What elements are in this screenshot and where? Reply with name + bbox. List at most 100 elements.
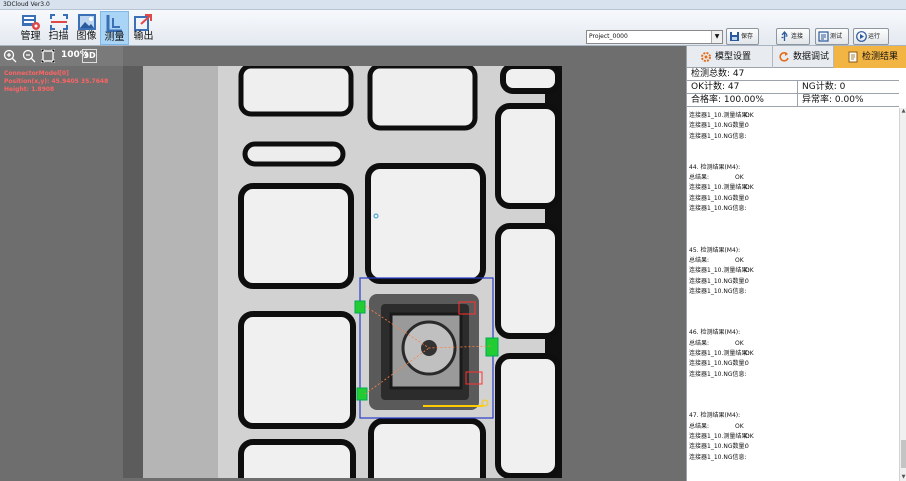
zoom-out-icon[interactable] bbox=[22, 49, 36, 63]
log-key: 44. 检测结果(M4): bbox=[689, 163, 741, 171]
log-value: OK bbox=[735, 256, 744, 264]
test-button[interactable]: 测试 bbox=[815, 28, 849, 45]
project-select[interactable]: Project_0000 ▼ bbox=[586, 30, 723, 44]
tool-manage-button[interactable]: 管理 bbox=[16, 11, 45, 45]
log-key: 连接器1_10.测量结果: bbox=[689, 184, 750, 192]
log-key: 连接器1_10.NG信息: bbox=[689, 370, 747, 378]
tool-measure-button[interactable]: 测量 bbox=[100, 11, 129, 45]
test-button-label: 测试 bbox=[830, 33, 843, 40]
overlay-height: Height: 1.8908 bbox=[4, 86, 55, 93]
panel-tabs: 模型设置 数据调试 检测结果 bbox=[687, 46, 906, 68]
log-line: 连接器1_10.NG信息: bbox=[689, 288, 747, 296]
log-value: 0 bbox=[745, 443, 749, 451]
depth-image[interactable] bbox=[123, 66, 562, 478]
stat-pass-rate: 合格率: 100.00% bbox=[687, 94, 764, 107]
result-log[interactable]: 连接器1_10.测量结果: OK 连接器1_10.NG数量: 0 连接器1_10.NG信… bbox=[687, 108, 899, 481]
stat-total-label: 检测总数: bbox=[691, 69, 731, 79]
scroll-thumb[interactable] bbox=[901, 440, 906, 468]
image-canvas[interactable] bbox=[123, 66, 562, 478]
fit-view-icon[interactable] bbox=[41, 49, 55, 63]
stat-abnormal-value: 0.00% bbox=[834, 95, 864, 105]
overlay-position: Position(x,y): 45.9405 35.7648 bbox=[4, 78, 109, 85]
connect-button[interactable]: 连接 bbox=[776, 28, 810, 45]
log-line: 46. 检测结果(M4): bbox=[689, 329, 740, 337]
document-icon bbox=[848, 51, 858, 63]
log-line: 连接器1_10.NG信息: bbox=[689, 371, 747, 379]
tab-data-debug[interactable]: 数据调试 bbox=[773, 46, 834, 68]
left-info-pane: ConnectorModel[0] Position(x,y): 45.9405… bbox=[0, 66, 123, 481]
log-line: 连接器1_10.测量结果: OK bbox=[689, 267, 754, 275]
log-value: OK bbox=[745, 184, 754, 192]
log-line: 总结果: OK bbox=[689, 423, 744, 431]
log-line: 45. 检测结果(M4): bbox=[689, 247, 740, 255]
log-value: OK bbox=[745, 432, 754, 440]
log-key: 连接器1_10.NG信息: bbox=[689, 205, 747, 213]
log-key: 连接器1_10.NG信息: bbox=[689, 132, 747, 140]
measure-icon bbox=[106, 15, 122, 32]
roi-marker-1[interactable] bbox=[354, 300, 366, 314]
surface-left bbox=[143, 66, 218, 478]
canvas-edge-left bbox=[123, 66, 143, 478]
view-3d-button[interactable]: 3D bbox=[82, 49, 97, 63]
tool-image-label: 图像 bbox=[76, 31, 97, 42]
run-button[interactable]: 运行 bbox=[853, 28, 889, 45]
log-line: 连接器1_10.NG信息: bbox=[689, 454, 747, 462]
tool-image-button[interactable]: 图像 bbox=[72, 11, 101, 45]
key-pad bbox=[495, 103, 561, 209]
log-value: 0 bbox=[745, 122, 749, 130]
scroll-down-icon[interactable]: ▼ bbox=[900, 474, 906, 481]
log-line: 总结果: OK bbox=[689, 340, 744, 348]
log-value: OK bbox=[745, 267, 754, 275]
stats-table: 检测总数: 47 OK计数: 47 NG计数: 0 合格率: 100.00% 异… bbox=[687, 68, 899, 107]
tool-scan-button[interactable]: 扫描 bbox=[44, 11, 73, 45]
scroll-up-icon[interactable]: ▲ bbox=[900, 108, 906, 115]
log-line: 连接器1_10.测量结果: OK bbox=[689, 432, 754, 441]
stat-pass-label: 合格率: bbox=[691, 95, 722, 105]
log-key: 连接器1_10.NG数量: bbox=[689, 277, 747, 285]
tab-inspection-results[interactable]: 检测结果 bbox=[834, 46, 906, 68]
zoom-in-icon[interactable] bbox=[3, 49, 17, 63]
log-key: 连接器1_10.测量结果: bbox=[689, 112, 750, 119]
log-line: 连接器1_10.NG信息: bbox=[689, 205, 747, 213]
log-key: 总结果: bbox=[689, 174, 710, 182]
log-value: 0 bbox=[745, 277, 749, 285]
chevron-down-icon[interactable]: ▼ bbox=[711, 31, 722, 43]
connect-button-label: 连接 bbox=[791, 33, 804, 40]
log-value: 0 bbox=[745, 194, 749, 202]
log-line: 连接器1_10.测量结果: OK bbox=[689, 184, 754, 192]
stat-ok-value: 47 bbox=[727, 82, 740, 92]
stat-row-total: 检测总数: 47 bbox=[687, 68, 899, 81]
key-pad bbox=[368, 418, 486, 478]
tab-model-settings[interactable]: 模型设置 bbox=[687, 46, 773, 68]
save-button[interactable]: 保存 bbox=[726, 28, 759, 45]
title-bar: 3DCloud Ver3.0 bbox=[0, 0, 906, 10]
log-line: 连接器1_10.NG信息: bbox=[689, 133, 747, 141]
tab-model-settings-label: 模型设置 bbox=[715, 52, 752, 62]
manage-icon bbox=[21, 15, 40, 30]
key-pad bbox=[367, 66, 478, 131]
save-icon bbox=[730, 32, 739, 41]
key-pad bbox=[238, 311, 356, 429]
log-value: OK bbox=[735, 422, 744, 430]
stat-total: 检测总数: 47 bbox=[687, 68, 744, 81]
roi-marker-2[interactable] bbox=[485, 337, 499, 357]
log-key: 连接器1_10.测量结果: bbox=[689, 432, 750, 440]
key-pad bbox=[238, 66, 354, 117]
run-button-label: 运行 bbox=[868, 33, 881, 40]
log-line: 47. 检测结果(M4): bbox=[689, 412, 740, 420]
key-pad bbox=[500, 66, 561, 94]
stat-ok-label: OK计数: bbox=[691, 82, 726, 92]
tool-output-button[interactable]: 输出 bbox=[129, 11, 158, 45]
log-key: 连接器1_10.测量结果: bbox=[689, 350, 750, 358]
log-value: OK bbox=[735, 174, 744, 182]
log-line: 连接器1_10.NG数量: 0 bbox=[689, 194, 749, 203]
log-key: 连接器1_10.测量结果: bbox=[689, 267, 750, 275]
stat-row-counts: OK计数: 47 NG计数: 0 bbox=[687, 81, 899, 94]
log-key: 47. 检测结果(M4): bbox=[689, 412, 741, 420]
gear-icon bbox=[701, 52, 711, 62]
output-icon bbox=[133, 14, 152, 31]
test-icon bbox=[818, 31, 829, 42]
result-log-scrollbar[interactable]: ▲ ▼ bbox=[899, 108, 906, 481]
stat-ng-label: NG计数: bbox=[802, 82, 837, 92]
canvas-margin-right bbox=[562, 46, 686, 481]
